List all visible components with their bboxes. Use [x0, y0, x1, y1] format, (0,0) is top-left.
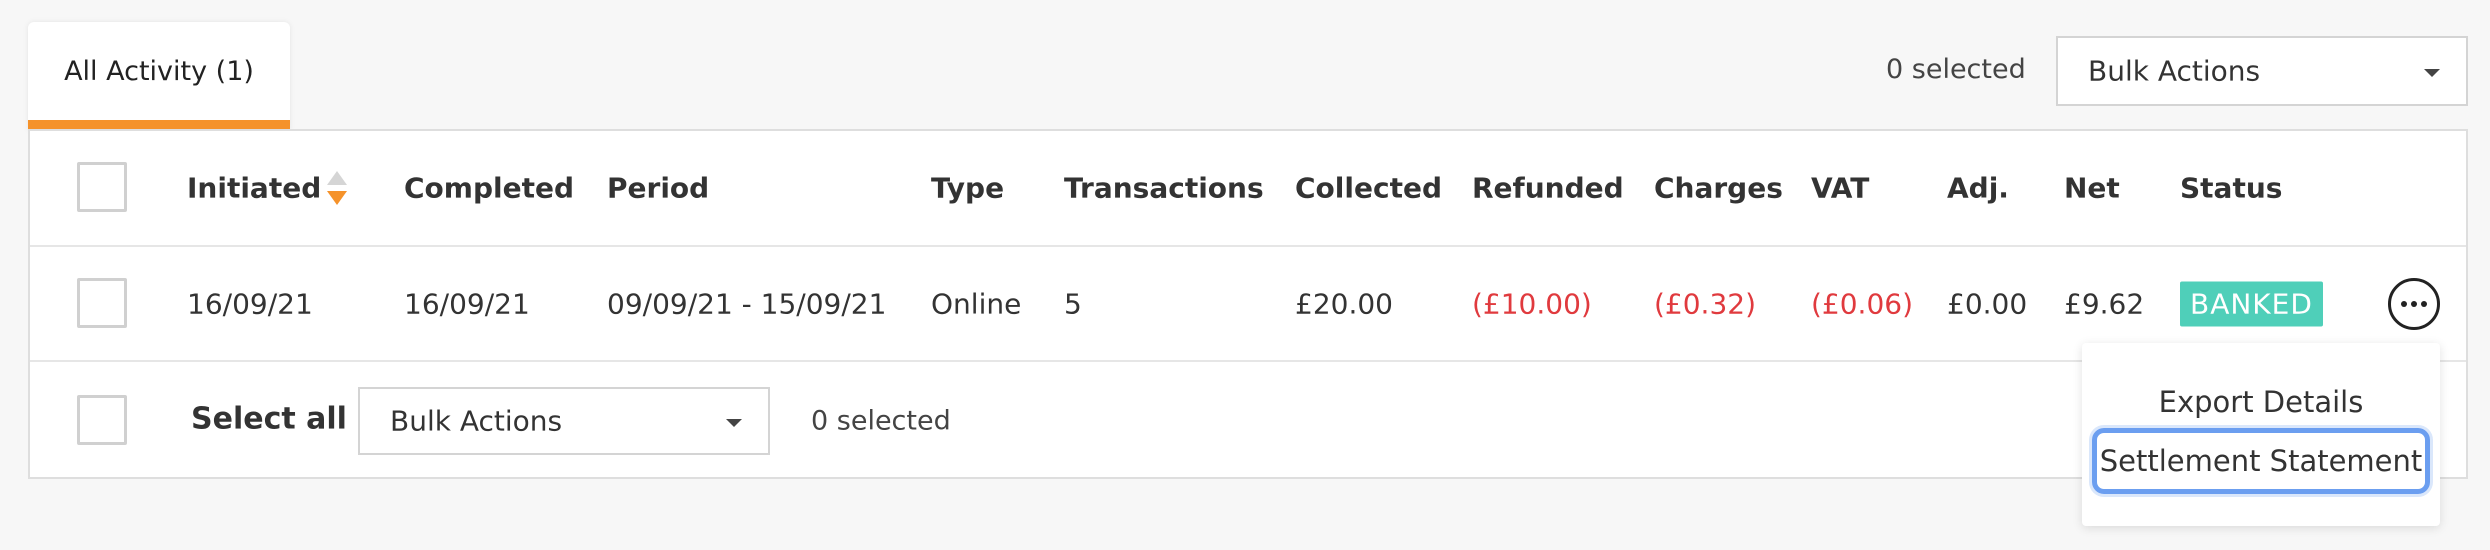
- footer-selected-count: 0 selected: [811, 405, 951, 437]
- cell-collected: £20.00: [1295, 287, 1393, 320]
- cell-charges: (£0.32): [1654, 287, 1757, 320]
- cell-vat: (£0.06): [1811, 287, 1914, 320]
- sort-desc-icon[interactable]: [327, 171, 347, 209]
- column-header-charges[interactable]: Charges: [1654, 172, 1783, 205]
- column-header-initiated[interactable]: Initiated: [187, 172, 321, 205]
- more-horizontal-icon[interactable]: [2388, 277, 2440, 330]
- tab-label: All Activity (1): [64, 56, 254, 87]
- column-header-completed[interactable]: Completed: [404, 172, 574, 205]
- cell-adj: £0.00: [1947, 287, 2028, 320]
- cell-type: Online: [931, 287, 1022, 320]
- header-checkbox[interactable]: [77, 162, 127, 212]
- bulk-actions-select-bottom[interactable]: Bulk Actions: [358, 387, 770, 455]
- cell-completed: 16/09/21: [404, 287, 530, 320]
- menu-item-export-details[interactable]: Export Details: [2092, 369, 2430, 435]
- column-header-transactions[interactable]: Transactions: [1064, 172, 1264, 205]
- column-header-collected[interactable]: Collected: [1295, 172, 1442, 205]
- cell-net: £9.62: [2064, 287, 2145, 320]
- cell-transactions: 5: [1064, 287, 1082, 320]
- selected-count: 0 selected: [1886, 54, 2026, 85]
- column-header-adj[interactable]: Adj.: [1947, 172, 2009, 205]
- column-header-status[interactable]: Status: [2180, 172, 2282, 205]
- column-header-type[interactable]: Type: [931, 172, 1004, 205]
- select-all-checkbox[interactable]: [77, 395, 127, 445]
- column-header-refunded[interactable]: Refunded: [1472, 172, 1624, 205]
- tab-all-activity[interactable]: All Activity (1): [28, 22, 290, 130]
- table-header-row: Initiated Completed Period Type Transact…: [30, 131, 2466, 247]
- column-header-period[interactable]: Period: [607, 172, 709, 205]
- row-checkbox[interactable]: [77, 278, 127, 328]
- chevron-down-icon: [726, 419, 742, 427]
- menu-item-settlement-statement[interactable]: Settlement Statement: [2092, 428, 2430, 494]
- cell-initiated: 16/09/21: [187, 287, 313, 320]
- column-header-net[interactable]: Net: [2064, 172, 2120, 205]
- column-header-vat[interactable]: VAT: [1811, 172, 1869, 205]
- bulk-actions-label: Bulk Actions: [2088, 54, 2261, 88]
- select-all-label[interactable]: Select all: [191, 402, 347, 437]
- status-badge: BANKED: [2180, 281, 2323, 326]
- bulk-actions-label: Bulk Actions: [390, 404, 563, 438]
- cell-period: 09/09/21 - 15/09/21: [607, 287, 887, 320]
- bulk-actions-select-top[interactable]: Bulk Actions: [2056, 36, 2468, 106]
- chevron-down-icon: [2424, 69, 2440, 77]
- cell-refunded: (£10.00): [1472, 287, 1592, 320]
- row-actions-menu: Export Details Settlement Statement: [2082, 343, 2440, 526]
